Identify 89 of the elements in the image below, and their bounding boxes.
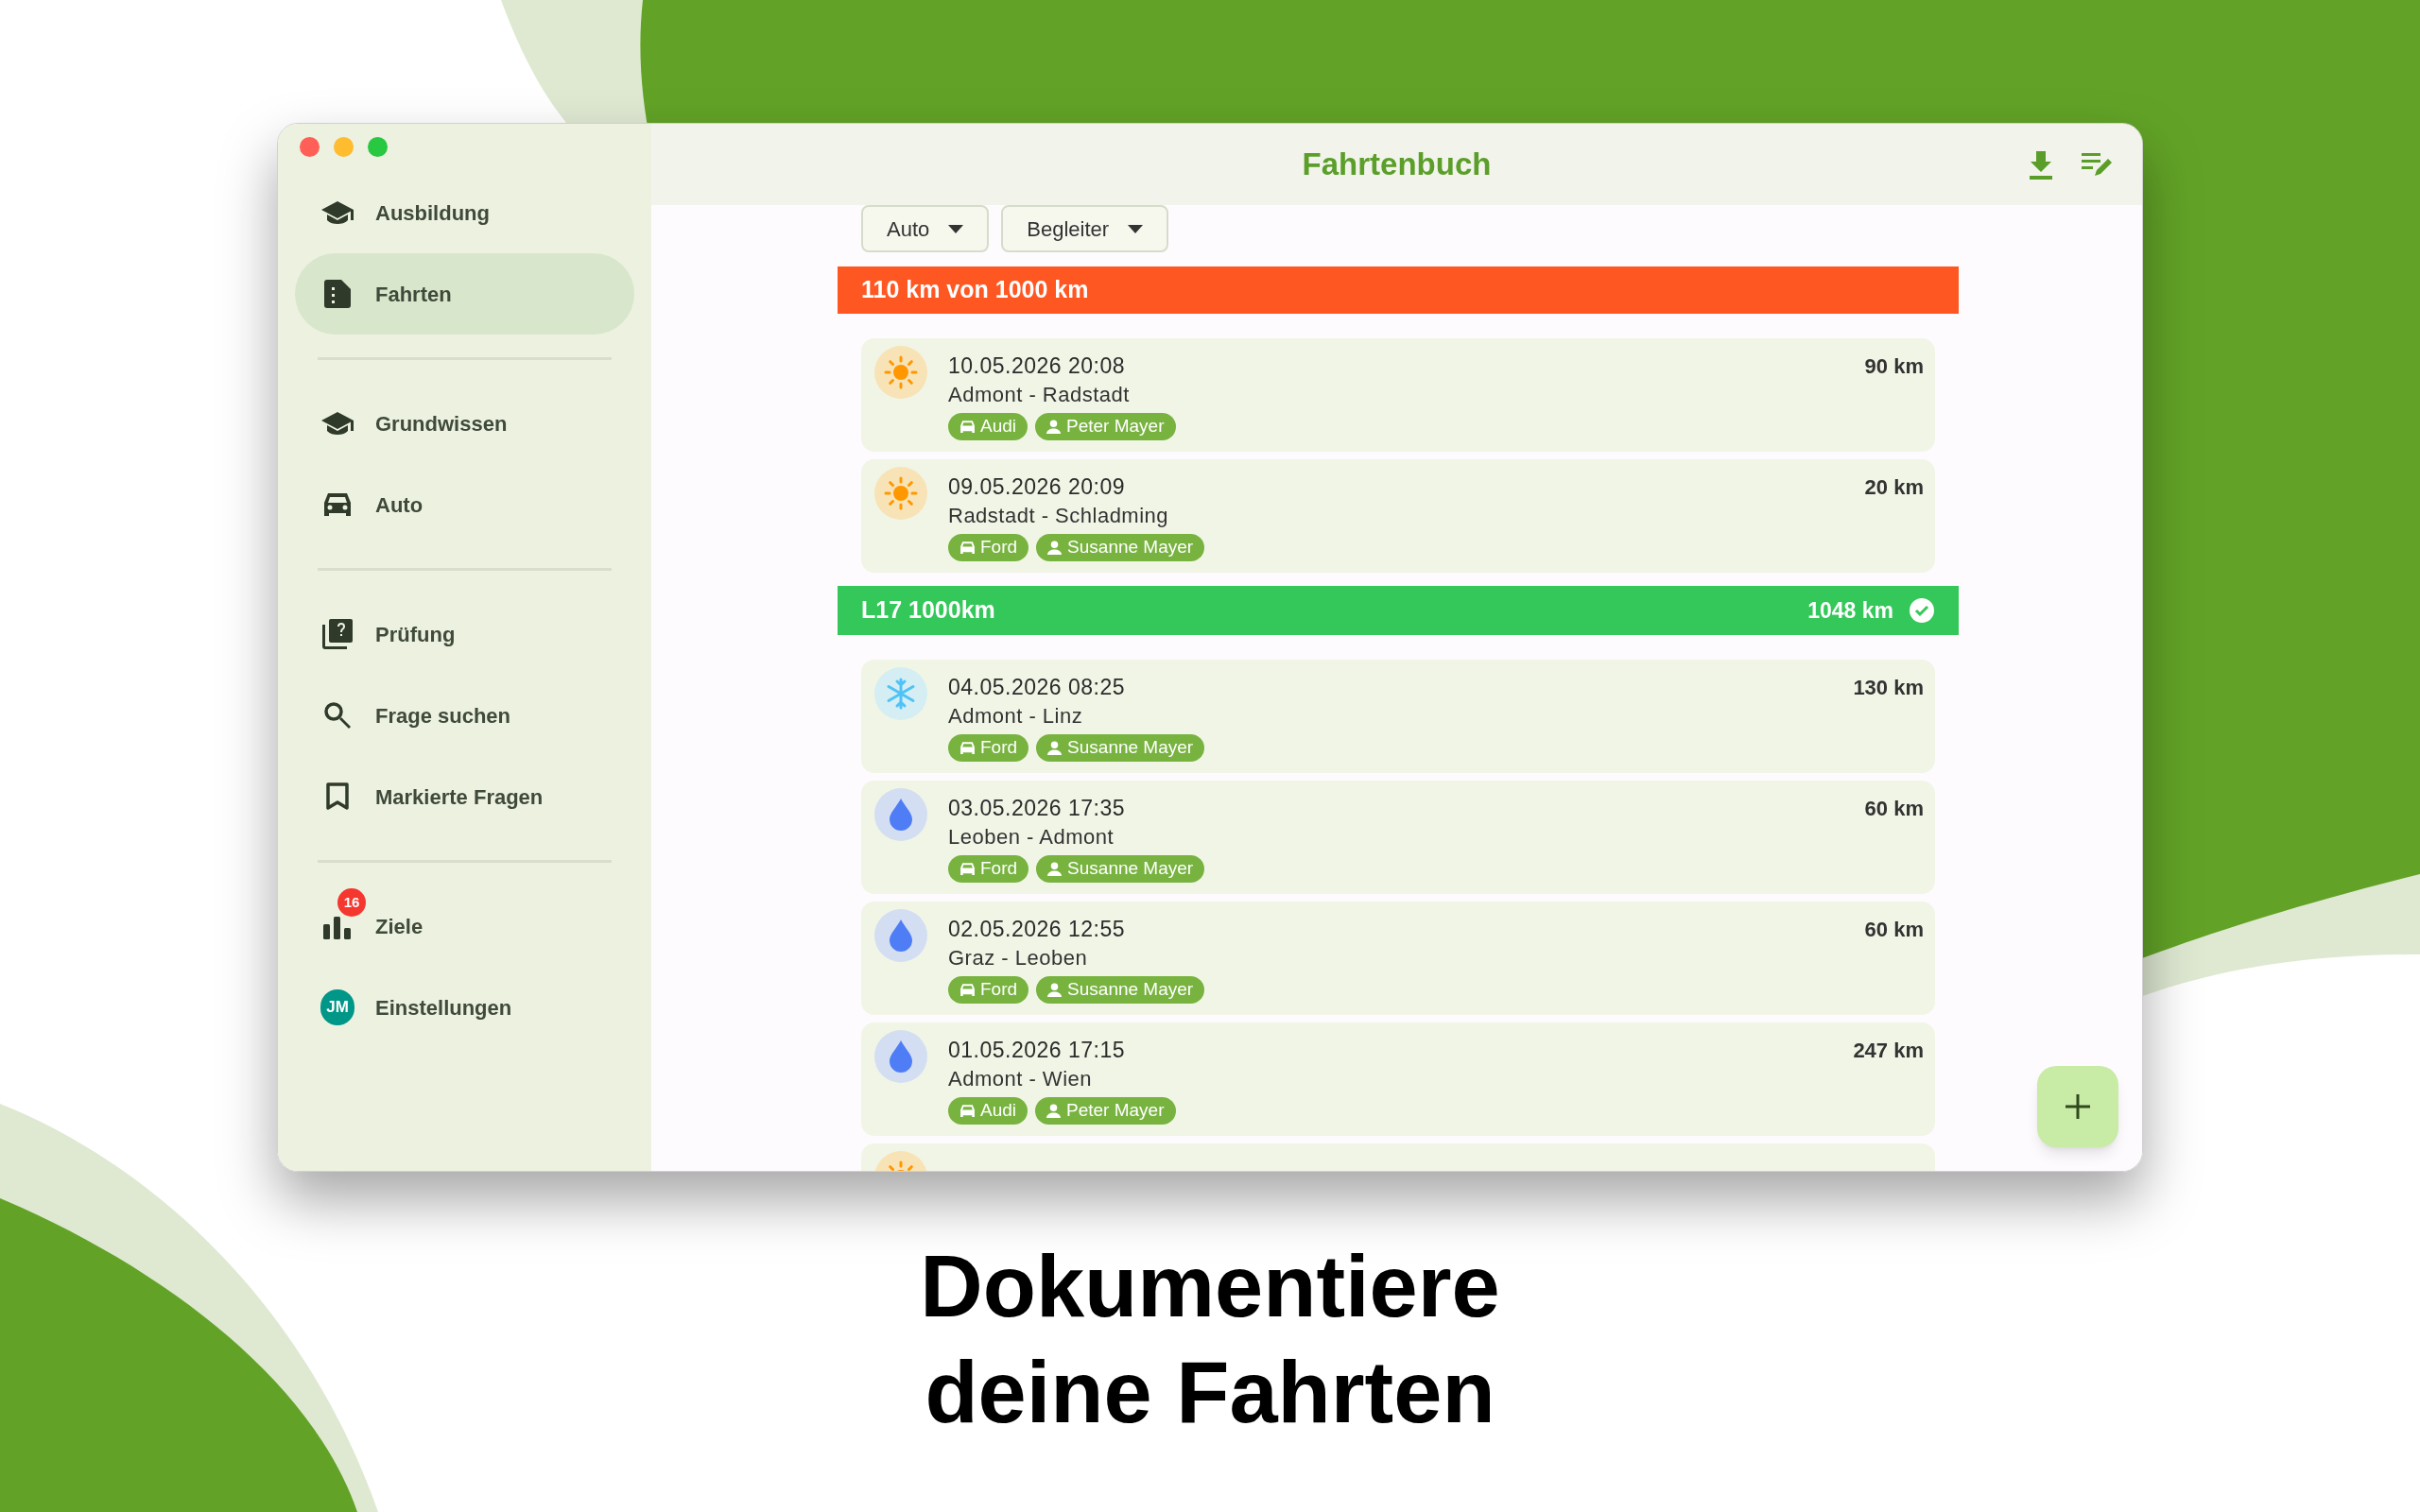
caret-icon [948, 224, 964, 233]
person-icon [1047, 741, 1063, 755]
zoom-window-button[interactable] [368, 137, 388, 157]
trip-distance: 130 km [1853, 674, 1924, 701]
trip-distance: 90 km [1864, 352, 1924, 380]
car-icon [959, 862, 976, 876]
trip-route: Admont - Wien [948, 1066, 1093, 1092]
trip-card[interactable]: 03.05.2026 17:35 60 km Leoben - Admont Ford Susanne Mayer [861, 781, 1935, 894]
person-icon [1046, 420, 1062, 434]
trip-date: 02.05.2026 12:55 [948, 915, 1126, 943]
caption-text: deine Fahrten [925, 1343, 1495, 1442]
trip-distance: 60 km [1864, 795, 1924, 822]
sidebar-item[interactable]: Fahrten [295, 253, 634, 335]
companion-tag: Susanne Mayer [1036, 976, 1205, 1004]
person-icon [1047, 983, 1063, 997]
caption-text: Dokumentiere [920, 1237, 1500, 1336]
trip-card[interactable]: 02.05.2026 12:55 60 km Graz - Leoben Ford Susanne Mayer [861, 902, 1935, 1015]
section-header: 110 km von 1000 km [838, 266, 1959, 314]
document-icon [324, 280, 351, 308]
check-circle-icon [1909, 597, 1935, 624]
car-icon [959, 741, 976, 755]
water-drop-icon [889, 919, 913, 952]
trip-distance: 60 km [1864, 916, 1924, 943]
car-tag: Audi [948, 1097, 1028, 1125]
trip-distance: 247 km [1853, 1037, 1924, 1064]
companion-tag: Peter Mayer [1035, 1097, 1176, 1125]
car-icon [959, 541, 976, 555]
water-drop-icon [889, 799, 913, 831]
car-tag: Ford [948, 976, 1029, 1004]
trip-route: Leoben - Admont [948, 824, 1115, 850]
car-icon [959, 1104, 976, 1118]
trip-route: Admont - Linz [948, 703, 1084, 730]
edit-list-icon[interactable] [2082, 151, 2114, 178]
question-cards-icon [322, 619, 353, 649]
sidebar-item[interactable]: Ausbildung [295, 172, 634, 253]
minimize-window-button[interactable] [334, 137, 354, 157]
car-tag: Audi [948, 413, 1028, 440]
person-icon [1046, 1104, 1062, 1118]
sidebar-item[interactable]: Prüfung [295, 593, 634, 675]
sidebar-item[interactable]: Frage suchen [295, 675, 634, 756]
car-icon [959, 420, 976, 434]
caret-icon [1128, 224, 1144, 233]
notification-badge: 16 [337, 888, 366, 917]
companion-tag: Peter Mayer [1035, 413, 1176, 440]
car-icon [959, 983, 976, 997]
download-icon[interactable] [2027, 149, 2055, 180]
water-drop-icon [889, 1040, 913, 1073]
filter-dropdown[interactable]: Auto [861, 205, 990, 252]
sidebar-item[interactable]: JM Einstellungen [295, 967, 634, 1048]
car-tag: Ford [948, 734, 1029, 762]
trip-date: 09.05.2026 20:09 [948, 472, 1126, 501]
trip-date: 10.05.2026 20:08 [948, 352, 1126, 380]
sun-icon [884, 355, 918, 389]
person-icon [1047, 541, 1063, 555]
add-button[interactable] [2037, 1066, 2118, 1147]
trip-card[interactable]: 09.05.2026 20:09 20 km Radstadt - Schladming Ford Susanne Mayer [861, 459, 1935, 573]
person-icon [1047, 862, 1063, 876]
companion-tag: Susanne Mayer [1036, 855, 1205, 883]
car-tag: Ford [948, 855, 1029, 883]
window-title: Fahrtenbuch [1302, 146, 1492, 184]
graduation-cap-icon [321, 410, 354, 437]
trip-route: Radstadt - Schladming [948, 503, 1170, 529]
bookmark-icon [326, 782, 349, 811]
section-header: L17 1000km 1048 km [838, 586, 1959, 635]
sidebar-item[interactable]: Auto [295, 464, 634, 545]
trip-card[interactable]: 10.05.2026 20:08 90 km Admont - Radstadt Audi Peter Mayer [861, 338, 1935, 452]
trip-date: 04.05.2026 08:25 [948, 673, 1126, 701]
trip-card[interactable]: 04.05.2026 08:25 130 km Admont - Linz Ford Susanne Mayer [861, 660, 1935, 773]
trip-route: Graz - Leoben [948, 945, 1089, 971]
snowflake-icon [885, 678, 917, 710]
close-window-button[interactable] [300, 137, 320, 157]
car-icon [322, 491, 353, 518]
trip-date: 03.05.2026 17:35 [948, 794, 1126, 822]
trip-date: 01.05.2026 17:15 [948, 1036, 1126, 1064]
plus-icon [2066, 1094, 2090, 1119]
car-tag: Ford [948, 534, 1029, 561]
sun-icon [884, 476, 918, 510]
graduation-cap-icon [321, 199, 354, 226]
trip-card[interactable]: 01.05.2026 17:15 247 km Admont - Wien Audi Peter Mayer [861, 1022, 1935, 1136]
companion-tag: Susanne Mayer [1036, 734, 1205, 762]
trip-distance: 20 km [1864, 473, 1924, 501]
search-icon [323, 701, 352, 730]
filter-dropdown[interactable]: Begleiter [1001, 205, 1169, 252]
sidebar-item[interactable]: Markierte Fragen [295, 756, 634, 837]
avatar: JM [320, 989, 354, 1025]
trip-route: Admont - Radstadt [948, 382, 1131, 408]
sidebar-item[interactable]: Grundwissen [295, 383, 634, 464]
companion-tag: Susanne Mayer [1036, 534, 1205, 561]
sidebar-item[interactable]: 16 Ziele [295, 885, 634, 967]
